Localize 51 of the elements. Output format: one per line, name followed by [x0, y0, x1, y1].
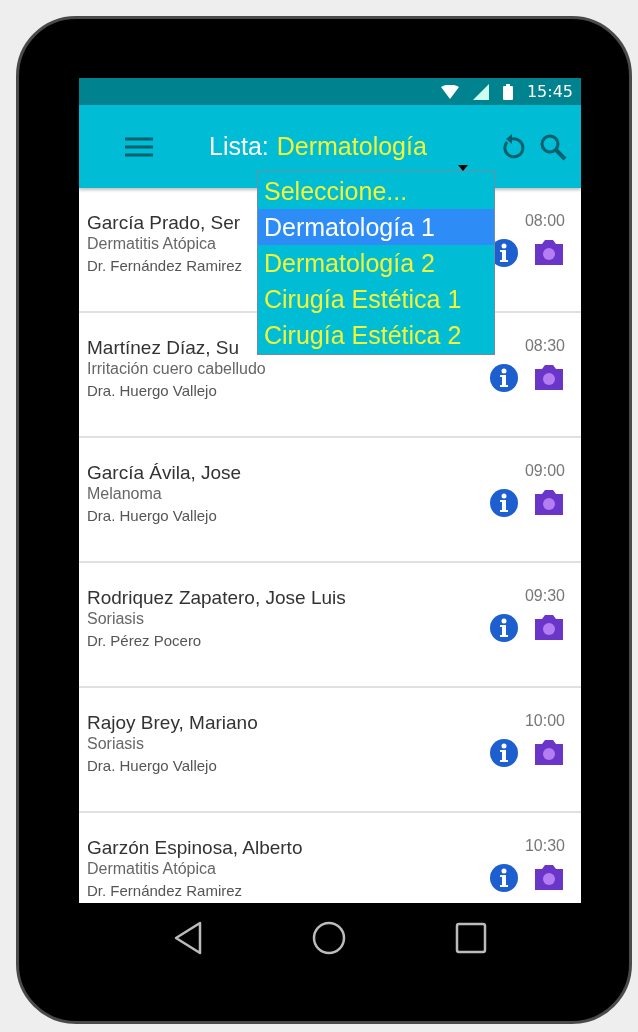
- dropdown-option[interactable]: Dermatología 1: [258, 209, 494, 245]
- list-spinner[interactable]: Dermatología: [276, 132, 427, 161]
- appointment-time: 10:30: [524, 837, 565, 855]
- doctor-name: Dr. Pérez Pocero: [87, 632, 202, 649]
- patient-name: Garzón Espinosa, Alberto: [87, 837, 303, 859]
- appointment-time: 09:30: [524, 587, 565, 605]
- diagnosis: Melanoma: [87, 485, 162, 503]
- signal-icon: [472, 83, 489, 100]
- info-icon[interactable]: [489, 488, 519, 518]
- camera-icon[interactable]: [533, 363, 565, 391]
- search-button[interactable]: [539, 132, 567, 161]
- home-icon[interactable]: [312, 921, 346, 955]
- camera-icon[interactable]: [533, 863, 565, 891]
- camera-icon[interactable]: [533, 488, 565, 516]
- diagnosis: Dermatitis Atópica: [87, 860, 216, 878]
- wifi-icon: [440, 84, 459, 99]
- camera-icon[interactable]: [533, 613, 565, 641]
- info-icon[interactable]: [489, 863, 519, 893]
- diagnosis: Irritación cuero cabelludo: [87, 360, 266, 378]
- doctor-name: Dra. Huergo Vallejo: [87, 382, 217, 399]
- status-time: 15:45: [526, 82, 573, 101]
- camera-icon[interactable]: [533, 238, 565, 266]
- info-icon[interactable]: [489, 738, 519, 768]
- camera-icon[interactable]: [533, 738, 565, 766]
- info-icon[interactable]: [489, 613, 519, 643]
- back-icon[interactable]: [173, 921, 204, 955]
- dropdown-option[interactable]: Seleccione...: [258, 173, 494, 209]
- doctor-name: Dr. Fernández Ramirez: [87, 882, 243, 899]
- info-icon[interactable]: [489, 363, 519, 393]
- doctor-name: Dr. Fernández Ramirez: [87, 257, 243, 274]
- doctor-name: Dra. Huergo Vallejo: [87, 507, 217, 524]
- patient-name: García Prado, Ser: [87, 212, 241, 234]
- diagnosis: Soriasis: [87, 610, 144, 628]
- recents-icon[interactable]: [454, 922, 487, 954]
- battery-icon: [502, 83, 513, 100]
- menu-button[interactable]: [125, 136, 153, 157]
- patient-name: García Ávila, Jose: [87, 462, 242, 484]
- diagnosis: Soriasis: [87, 735, 144, 753]
- diagnosis: Dermatitis Atópica: [87, 235, 216, 253]
- dropdown-option[interactable]: Dermatología 2: [258, 245, 494, 281]
- doctor-name: Dra. Huergo Vallejo: [87, 757, 217, 774]
- dropdown-option[interactable]: Cirugía Estética 2: [258, 317, 494, 353]
- appointment-time: 08:00: [524, 212, 565, 230]
- dropdown-option[interactable]: Cirugía Estética 1: [258, 281, 494, 317]
- appointment-time: 10:00: [524, 712, 565, 730]
- appointment-time: 08:30: [524, 337, 565, 355]
- list-label: Lista:: [209, 132, 269, 161]
- patient-name: Martínez Díaz, Su: [87, 337, 240, 359]
- appointment-time: 09:00: [524, 462, 565, 480]
- patient-name: Rajoy Brey, Mariano: [87, 712, 258, 734]
- patient-name: Rodriquez Zapatero, Jose Luis: [87, 587, 346, 609]
